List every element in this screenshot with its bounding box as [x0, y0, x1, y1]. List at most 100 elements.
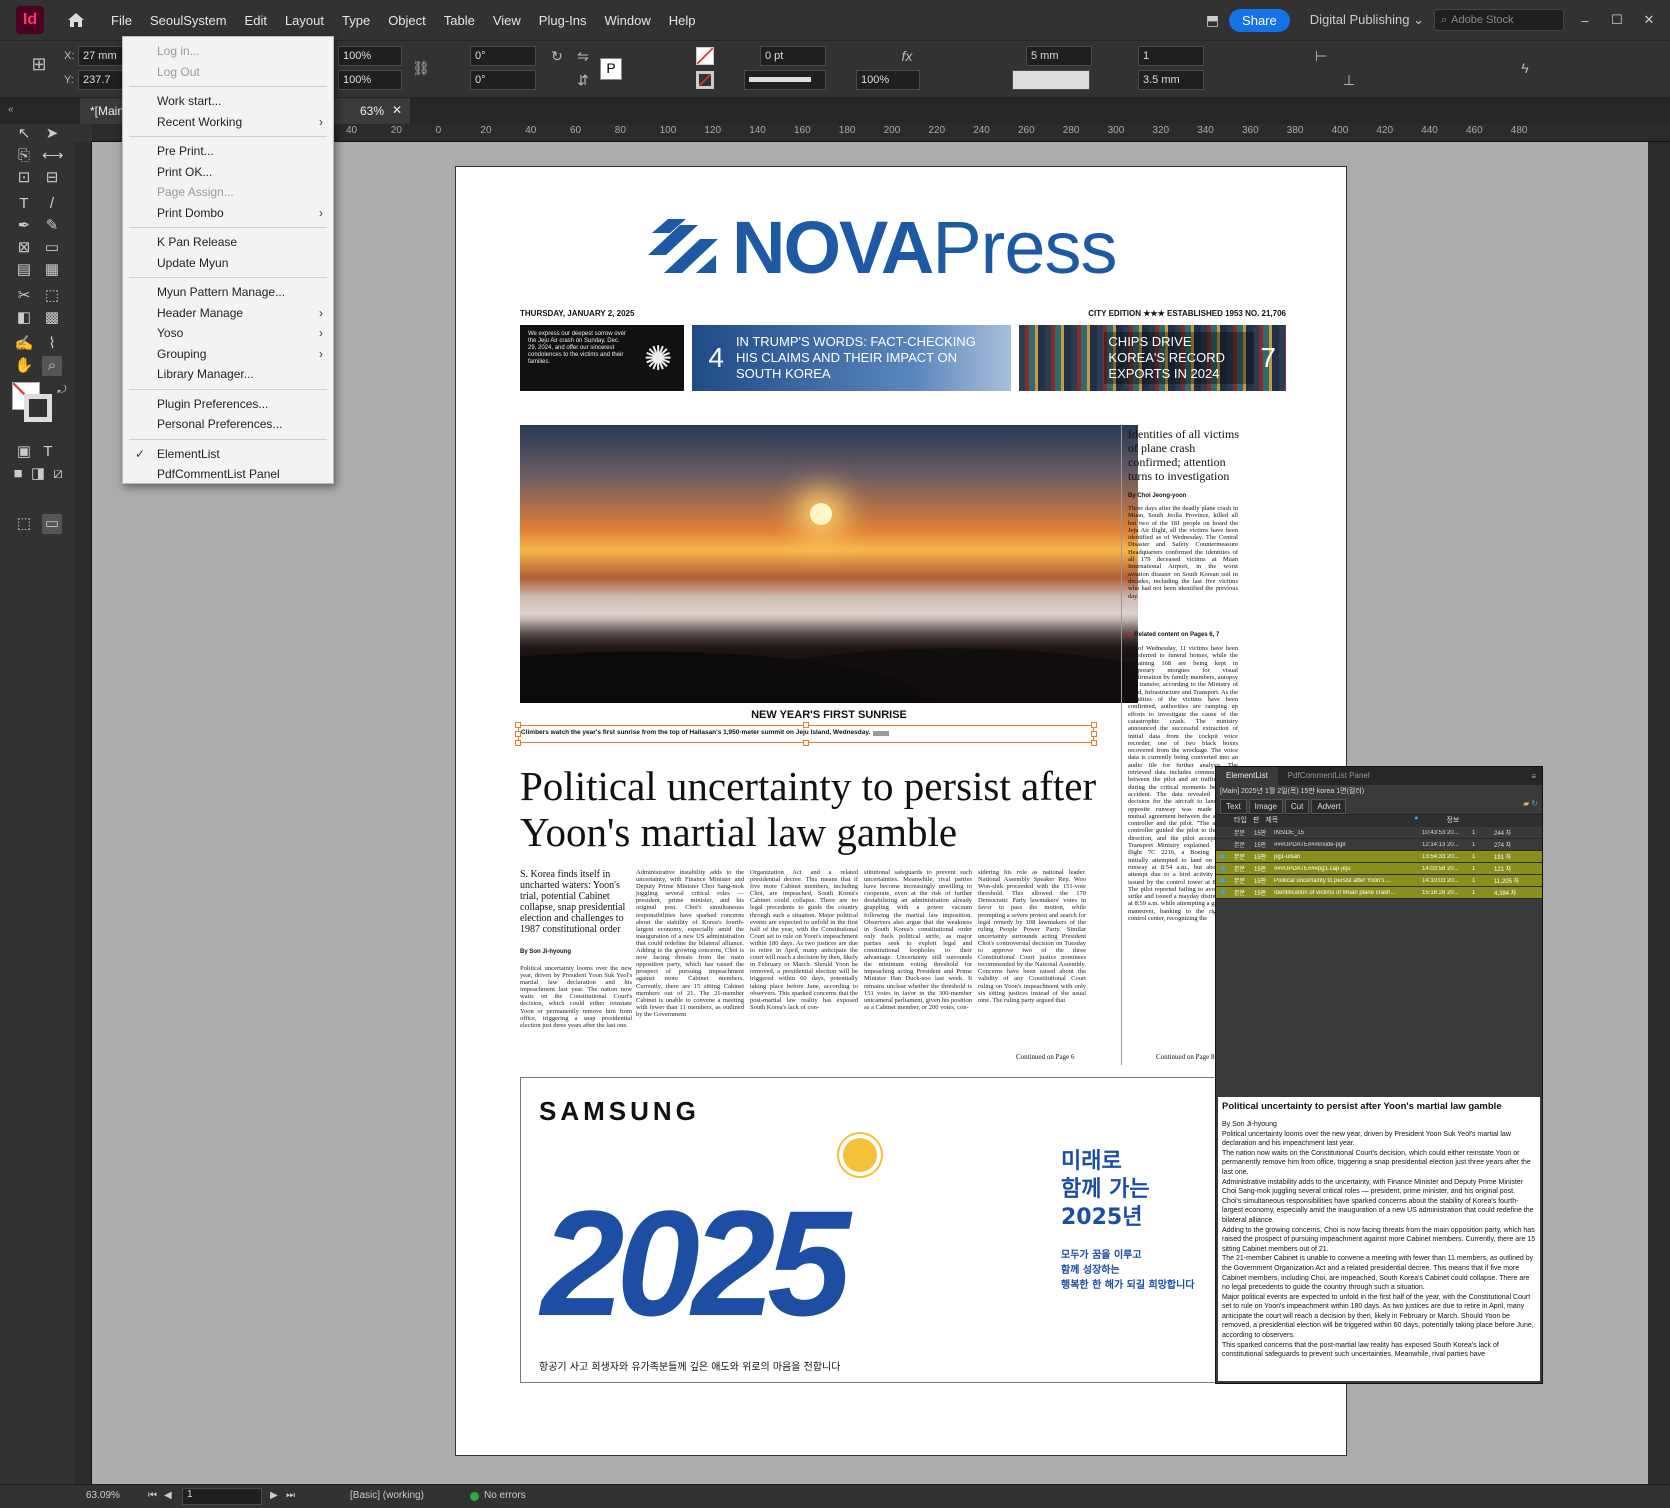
gradient-feather-tool-icon[interactable]: ▩ — [42, 308, 62, 328]
share-button[interactable]: Share — [1229, 8, 1290, 32]
selection-handle[interactable] — [515, 740, 521, 746]
pencil-tool-icon[interactable]: ✎ — [42, 216, 62, 236]
publish-online-icon[interactable]: ⬒ — [1206, 12, 1219, 29]
subtab-cut[interactable]: Cut — [1284, 799, 1310, 814]
selection-handle[interactable] — [803, 722, 809, 728]
flip-horizontal-icon[interactable]: ⇋ — [574, 47, 592, 65]
menu-item-recent-working[interactable]: Recent Working › — [123, 112, 333, 132]
menu-item-personal-preferences[interactable]: Personal Preferences... — [123, 414, 333, 434]
article-column-4[interactable]: stitutional safeguards to prevent such u… — [864, 869, 972, 1011]
stroke-weight-field[interactable]: 0 pt — [760, 46, 826, 66]
menu-object[interactable]: Object — [379, 13, 435, 28]
photo-title[interactable]: NEW YEAR'S FIRST SUNRISE — [520, 709, 1138, 721]
selection-handle[interactable] — [515, 722, 521, 728]
vertical-scrollbar[interactable] — [1648, 142, 1670, 1484]
menu-plug-ins[interactable]: Plug-Ins — [530, 13, 596, 28]
continued-jump-main[interactable]: Continued on Page 6 — [1016, 1053, 1075, 1061]
content-placer-icon[interactable]: ⊟ — [42, 168, 62, 188]
menu-item-elementlist[interactable]: ✓ ElementList — [123, 444, 333, 464]
formatting-container-icon[interactable]: ▣ — [14, 442, 34, 462]
preview-mode-icon[interactable]: ▭ — [42, 514, 62, 534]
menu-item-pre-print[interactable]: Pre Print... — [123, 141, 333, 161]
adobe-stock-search[interactable]: ⌕ Adobe Stock — [1434, 9, 1564, 31]
close-icon[interactable]: ✕ — [1638, 11, 1660, 29]
gap-tool-icon[interactable]: ⟷ — [42, 146, 64, 166]
apply-color-icon[interactable]: ■ — [8, 464, 28, 484]
scale-y-field[interactable]: 100% — [338, 70, 402, 90]
flip-vertical-icon[interactable]: ⇵ — [574, 71, 592, 89]
eyedropper-tool-icon[interactable]: ⌇ — [42, 334, 62, 354]
subtab-advert[interactable]: Advert — [1311, 799, 1347, 814]
vertical-ruler[interactable] — [74, 142, 92, 1484]
menu-item-grouping[interactable]: Grouping › — [123, 344, 333, 364]
rectangle-tool-icon[interactable]: ▭ — [42, 238, 62, 258]
refresh-icon[interactable]: ↻ — [1531, 799, 1538, 814]
article-column-1[interactable]: Political uncertainty looms over the new… — [520, 965, 632, 1029]
side-headline[interactable]: Identities of all victims of plane crash… — [1128, 427, 1240, 483]
column-gap-field[interactable]: 3.5 mm — [1138, 70, 1204, 90]
menu-item-library-manager[interactable]: Library Manager... — [123, 364, 333, 384]
pen-tool-icon[interactable]: ✒ — [14, 216, 34, 236]
caption-tool-icon[interactable]: ▤ — [14, 260, 34, 280]
menu-item-myun-pattern-manage[interactable]: Myun Pattern Manage... — [123, 282, 333, 302]
article-column-5[interactable]: sidering his role as national leader. Na… — [978, 869, 1086, 1004]
tab-close-icon[interactable]: ✕ — [392, 103, 402, 117]
menu-view[interactable]: View — [484, 13, 530, 28]
menu-layout[interactable]: Layout — [276, 13, 333, 28]
menu-edit[interactable]: Edit — [236, 13, 276, 28]
page-tool-icon[interactable]: ⎘ — [14, 146, 34, 166]
type-tool-icon[interactable]: T — [14, 194, 34, 214]
promo-trump[interactable]: 4 IN TRUMP'S WORDS: FACT-CHECKING HIS CL… — [692, 325, 1011, 391]
stroke-none-icon[interactable] — [696, 71, 714, 89]
table-tool-icon[interactable]: ▦ — [42, 260, 62, 280]
article-column-3[interactable]: Organization Act and a related president… — [750, 869, 858, 1011]
header-time[interactable]: ● — [1414, 815, 1418, 827]
fill-none-icon[interactable] — [696, 47, 714, 65]
menu-item-print-ok[interactable]: Print OK... — [123, 162, 333, 182]
main-headline[interactable]: Political uncertainty to persist after Y… — [520, 763, 1138, 855]
normal-view-icon[interactable]: ⬚ — [14, 514, 34, 534]
apply-gradient-icon[interactable]: ◨ — [28, 464, 48, 484]
folder-icon[interactable]: ▰ — [1523, 799, 1529, 814]
menu-item-header-manage[interactable]: Header Manage › — [123, 303, 333, 323]
formatting-text-icon[interactable]: T — [38, 442, 58, 462]
swap-fill-stroke-icon[interactable]: ⤾ — [52, 380, 72, 400]
subtab-image[interactable]: Image — [1248, 799, 1283, 814]
header-title[interactable]: 제목 — [1265, 815, 1278, 827]
note-tool-icon[interactable]: ✍ — [14, 334, 34, 354]
promo-chips[interactable]: CHIPS DRIVE KOREA'S RECORD EXPORTS IN 20… — [1018, 325, 1286, 391]
menu-file[interactable]: File — [102, 13, 141, 28]
article-byline[interactable]: By Son Ji-hyoung — [520, 949, 571, 955]
collapse-panels-icon[interactable]: « — [8, 104, 14, 115]
next-page-icon[interactable]: ▶ — [270, 1490, 278, 1501]
selection-tool-icon[interactable]: ↖ — [14, 124, 34, 144]
newspaper-page[interactable]: NOVAPress THURSDAY, JANUARY 2, 2025 CITY… — [455, 166, 1347, 1456]
menu-item-plugin-preferences[interactable]: Plugin Preferences... — [123, 394, 333, 414]
element-list-row[interactable]: 본문 15판 ###UPDATE###inside-pg8 12:14:13 20..… — [1216, 839, 1542, 851]
master-page-label[interactable]: [Basic] (working) — [350, 1490, 424, 1501]
column-gutter-field[interactable]: 5 mm — [1026, 46, 1092, 66]
article-preview[interactable]: Political uncertainty to persist after Y… — [1218, 1097, 1540, 1381]
tab-pdfcommentlist[interactable]: PdfCommentList Panel — [1278, 767, 1380, 785]
selection-handle[interactable] — [1091, 722, 1097, 728]
side-related[interactable]: ▶ Related content on Pages 6, 7 — [1128, 631, 1219, 638]
rotate-angle-field[interactable]: 0° — [470, 46, 536, 66]
reference-point-icon[interactable]: ⊞ — [30, 55, 48, 73]
stroke-type-select[interactable] — [744, 70, 826, 90]
element-list-row[interactable]: ▣ 본문 15판 ###UPDATE###pg1.cap-jeju 14:03:58 2… — [1216, 863, 1542, 875]
previous-page-icon[interactable]: ◀ — [164, 1490, 172, 1501]
minimize-icon[interactable]: – — [1574, 11, 1596, 29]
tab-elementlist[interactable]: ElementList — [1216, 767, 1278, 785]
selection-handle[interactable] — [803, 740, 809, 746]
x-position-field[interactable]: 27 mm — [78, 46, 124, 66]
side-byline[interactable]: By Choi Jeong-yoon — [1128, 493, 1186, 499]
masthead[interactable]: NOVAPress — [646, 206, 1166, 289]
advertisement[interactable]: SAMSUNG 2025 미래로 함께 가는 2025년 모두가 꿈을 이루고 … — [520, 1077, 1238, 1383]
promo-condolence[interactable]: We express our deepest sorrow over the J… — [520, 325, 685, 391]
header-info[interactable]: 정보 — [1446, 815, 1459, 827]
rectangle-frame-tool-icon[interactable]: ⊠ — [14, 238, 34, 258]
selection-handle[interactable] — [1091, 731, 1097, 737]
photo-caption-frame[interactable]: Climbers watch the year's first sunrise … — [515, 722, 1097, 746]
article-column-2[interactable]: Administrative instability adds to the u… — [636, 869, 744, 1018]
last-page-icon[interactable]: ⏭ — [286, 1490, 295, 1501]
